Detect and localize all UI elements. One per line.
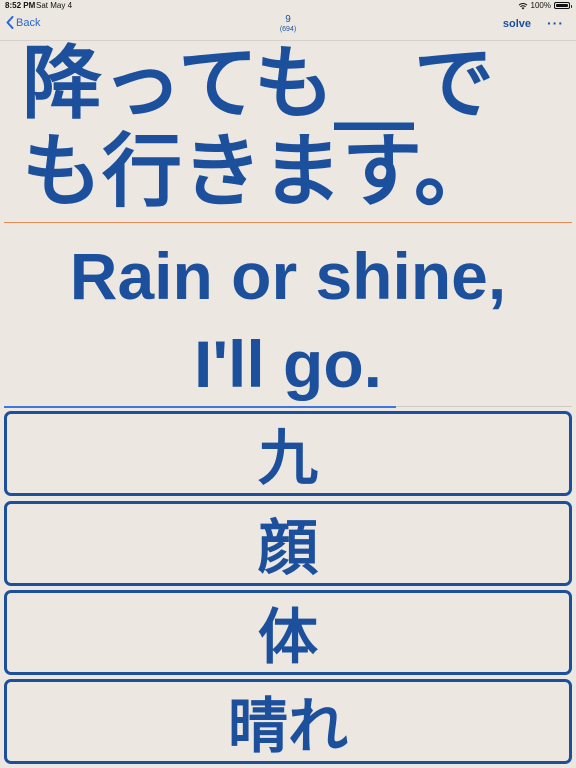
wifi-icon xyxy=(518,2,528,10)
question-counter: 9 (694) xyxy=(238,15,338,35)
navigation-bar: Back 9 (694) solve ··· xyxy=(0,12,576,41)
status-date: Sat May 4 xyxy=(36,1,73,10)
question-divider xyxy=(4,222,572,223)
status-time: 8:52 PM xyxy=(5,1,36,10)
answer-choice-1[interactable]: 九 xyxy=(4,411,572,496)
answer-choice-3[interactable]: 体 xyxy=(4,590,572,675)
progress-track xyxy=(396,406,572,407)
answer-choice-4[interactable]: 晴れ xyxy=(4,679,572,764)
status-bar: 8:52 PM Sat May 4 100% xyxy=(0,0,576,12)
translation-line-1: Rain or shine, xyxy=(69,239,507,313)
progress-bar xyxy=(4,406,396,408)
answer-choice-2[interactable]: 顔 xyxy=(4,501,572,586)
more-options-button[interactable]: ··· xyxy=(547,15,564,31)
battery-icon xyxy=(554,2,572,9)
solve-button[interactable]: solve xyxy=(503,18,531,30)
back-label: Back xyxy=(16,16,41,29)
translation-line-2: I'll go. xyxy=(193,327,382,401)
back-button[interactable]: Back xyxy=(6,16,40,29)
question-number: 9 xyxy=(285,14,291,25)
translation: Rain or shine, I'll go. xyxy=(0,232,576,408)
question-sentence: 降っても__でも行きます。 xyxy=(22,40,494,218)
question-total: (694) xyxy=(279,26,297,33)
status-indicators: 100% xyxy=(518,1,572,10)
battery-percent: 100% xyxy=(530,1,551,10)
chevron-left-icon xyxy=(6,16,14,29)
battery-fill xyxy=(556,4,568,7)
